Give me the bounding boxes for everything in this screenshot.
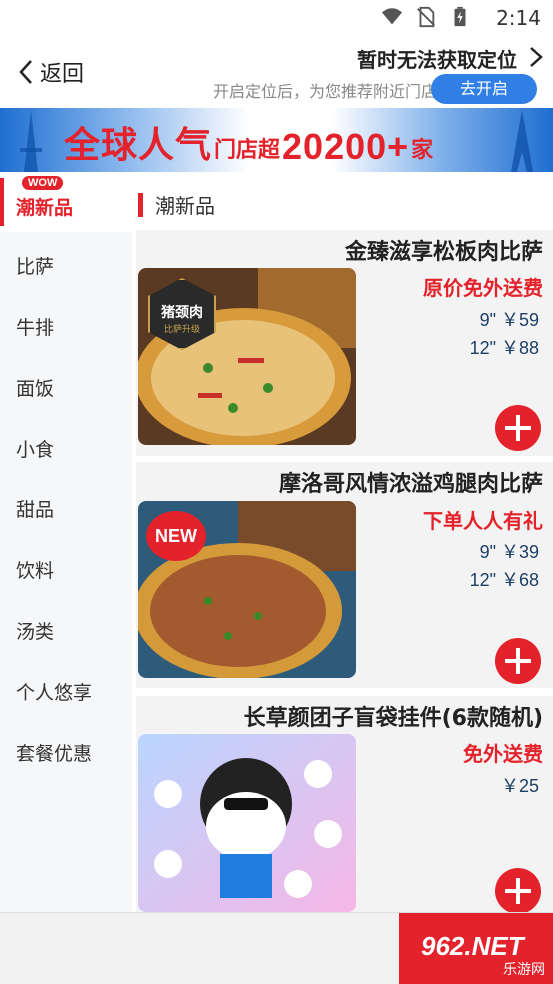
add-to-cart-button[interactable] (495, 638, 541, 684)
product-title: 长草颜团子盲袋挂件(6款随机) (243, 706, 543, 731)
banner-store-label: 门店超 (214, 138, 281, 163)
battery-charging-icon (454, 6, 466, 27)
price-12-inch: 12" ￥88 (469, 338, 539, 358)
location-title[interactable]: 暂时无法获取定位 (357, 44, 517, 73)
sidebar-item-label: 甜品 (16, 498, 55, 521)
wifi-icon (381, 8, 403, 25)
status-icons (381, 6, 471, 28)
product-promo: 原价免外送费 (423, 276, 543, 300)
sidebar-item-combos[interactable]: 套餐优惠 (0, 722, 132, 782)
section-header: 潮新品 (138, 190, 215, 219)
sidebar-item-label: 个人悠享 (16, 681, 93, 704)
sidebar-item-new[interactable]: WOW 潮新品 (0, 172, 132, 232)
product-image[interactable]: 猪颈肉 比萨升级 (138, 268, 356, 445)
chevron-left-icon (19, 60, 32, 84)
eiffel-tower-icon (511, 110, 533, 172)
product-image[interactable] (138, 734, 356, 912)
sidebar-item-label: 汤类 (16, 620, 55, 643)
sidebar-item-label: 比萨 (16, 255, 55, 278)
product-title: 金臻滋享松板肉比萨 (344, 240, 543, 265)
sidebar-item-pizza[interactable]: 比萨 (0, 235, 132, 295)
sidebar-item-noodles-rice[interactable]: 面饭 (0, 357, 132, 417)
price-9-inch: 9" ￥59 (479, 310, 539, 330)
no-sim-icon (417, 6, 435, 28)
promo-banner[interactable]: 全球人气 门店超 20200+ 家 (0, 108, 553, 172)
banner-unit: 家 (411, 138, 434, 163)
watermark-text: 962.NET (421, 931, 524, 961)
banner-text: 全球人气 门店超 20200+ 家 (64, 116, 433, 168)
banner-headline: 全球人气 (64, 124, 213, 165)
watermark-subtext: 乐游网 (503, 962, 545, 978)
product-list: 潮新品 金臻滋享松板肉比萨 猪颈肉 比萨升级 原价免外送费 9" ￥59 12"… (132, 172, 553, 914)
sidebar-item-label: 套餐优惠 (16, 742, 93, 765)
sidebar-item-label: 潮新品 (16, 196, 74, 219)
watermark-logo: 962.NET 乐游网 (399, 913, 553, 984)
sidebar-item-label: 面饭 (16, 377, 55, 400)
product-image[interactable]: NEW (138, 501, 356, 678)
product-title: 摩洛哥风情浓溢鸡腿肉比萨 (278, 472, 543, 497)
sidebar-item-label: 牛排 (16, 316, 55, 339)
category-sidebar: WOW 潮新品 比萨 牛排 面饭 小食 甜品 饮料 汤类 个人悠享 套餐优惠 (0, 172, 132, 912)
location-subtitle: 开启定位后，为您推荐附近门店 (212, 82, 437, 101)
sidebar-item-label: 饮料 (16, 559, 55, 582)
sidebar-item-snacks[interactable]: 小食 (0, 418, 132, 478)
sidebar-item-desserts[interactable]: 甜品 (0, 478, 132, 538)
sidebar-item-label: 小食 (16, 438, 55, 461)
section-title: 潮新品 (155, 194, 215, 218)
back-button[interactable]: 返回 (18, 56, 84, 88)
price-9-inch: 9" ￥39 (479, 542, 539, 562)
product-promo: 下单人人有礼 (423, 509, 543, 533)
chevron-right-icon[interactable] (527, 46, 545, 68)
badge-main-text: 猪颈肉 (161, 305, 203, 321)
banner-store-count: 20200+ (282, 126, 410, 167)
sidebar-item-drinks[interactable]: 饮料 (0, 539, 132, 599)
add-to-cart-button[interactable] (495, 405, 541, 451)
add-to-cart-button[interactable] (495, 868, 541, 914)
bottom-bar: 962.NET 乐游网 (0, 912, 553, 984)
landmark-tower-icon (20, 110, 42, 172)
enable-location-button[interactable]: 去开启 (431, 74, 537, 104)
sidebar-item-soups[interactable]: 汤类 (0, 600, 132, 660)
sidebar-item-steak[interactable]: 牛排 (0, 296, 132, 356)
product-promo: 免外送费 (463, 742, 543, 766)
badge-sub-text: 比萨升级 (163, 325, 200, 335)
mascot-keychain-image (138, 734, 356, 912)
status-bar: 2:14 (0, 0, 553, 38)
back-label: 返回 (40, 62, 85, 87)
wow-badge: WOW (22, 176, 64, 190)
product-price: ￥25 (500, 776, 539, 796)
status-time: 2:14 (496, 6, 541, 30)
sidebar-item-solo[interactable]: 个人悠享 (0, 661, 132, 721)
section-accent-bar (138, 192, 143, 217)
header: 返回 暂时无法获取定位 开启定位后，为您推荐附近门店 去开启 (0, 38, 553, 108)
new-badge: NEW (146, 511, 206, 561)
price-12-inch: 12" ￥68 (469, 570, 539, 590)
